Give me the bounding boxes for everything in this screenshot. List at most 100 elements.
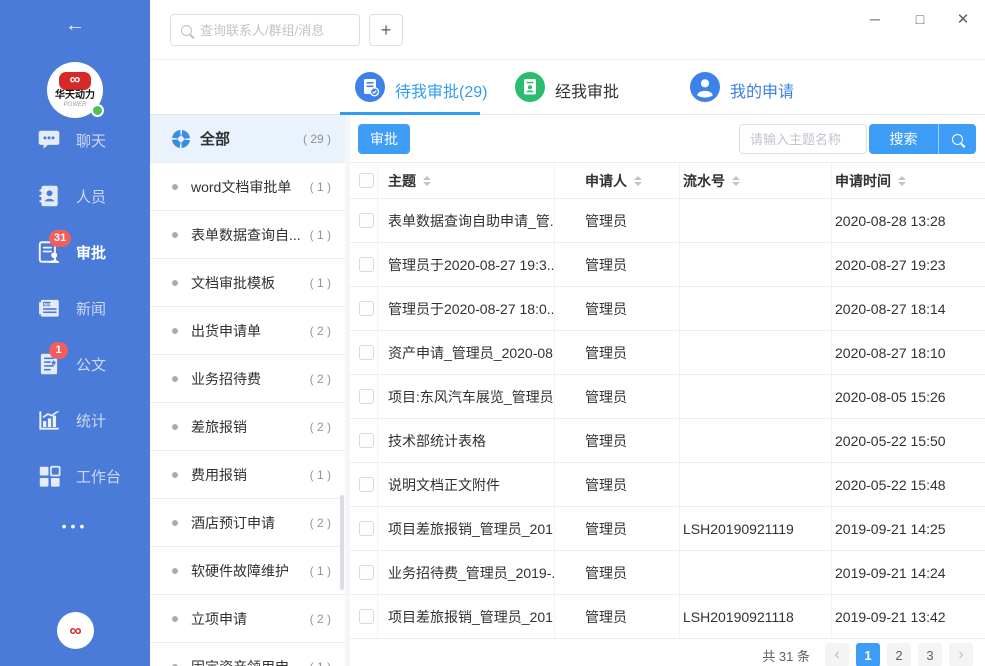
header-applicant[interactable]: 申请人 — [555, 163, 680, 198]
row-apply-time: 2020-08-27 19:23 — [832, 243, 985, 286]
category-count: ( 1 ) — [310, 276, 331, 290]
sidebar-item-chat[interactable]: 聊天 — [0, 112, 150, 168]
category-item[interactable]: 固定资产领用申... ( 1 ) — [150, 643, 345, 666]
category-item[interactable]: 费用报销 ( 1 ) — [150, 451, 345, 499]
category-item[interactable]: 全部 ( 29 ) — [150, 115, 345, 163]
category-label: 固定资产领用申... — [191, 657, 304, 666]
table-row[interactable]: 资产申请_管理员_2020-08... 管理员 2020-08-27 18:10 — [350, 331, 985, 375]
row-checkbox[interactable] — [359, 565, 374, 580]
contact-search-box[interactable] — [170, 14, 360, 46]
category-item[interactable]: 出货申请单 ( 2 ) — [150, 307, 345, 355]
row-subject[interactable]: 资产申请_管理员_2020-08... — [378, 331, 555, 374]
table-row[interactable]: 项目差旅报销_管理员_201... 管理员 LSH20190921118 201… — [350, 595, 985, 639]
back-icon[interactable]: ← — [0, 14, 150, 37]
table-row[interactable]: 管理员于2020-08-27 18:0... 管理员 2020-08-27 18… — [350, 287, 985, 331]
table-row[interactable]: 表单数据查询自助申请_管... 管理员 2020-08-28 13:28 — [350, 199, 985, 243]
sort-icon[interactable] — [423, 176, 431, 186]
category-item[interactable]: 表单数据查询自... ( 1 ) — [150, 211, 345, 259]
header-subject[interactable]: 主题 — [378, 163, 555, 198]
row-checkbox[interactable] — [359, 213, 374, 228]
prev-page-icon[interactable]: ‹ — [825, 643, 849, 666]
sidebar-item-label: 公文 — [76, 354, 106, 375]
table-row[interactable]: 技术部统计表格 管理员 2020-05-22 15:50 — [350, 419, 985, 463]
minimize-button[interactable]: ─ — [855, 0, 895, 38]
page-button-3[interactable]: 3 — [918, 643, 942, 666]
row-applicant: 管理员 — [555, 507, 680, 550]
category-count: ( 1 ) — [310, 228, 331, 242]
sidebar-item-statistics[interactable]: 统计 — [0, 392, 150, 448]
row-subject[interactable]: 说明文档正文附件 — [378, 463, 555, 506]
sort-icon[interactable] — [898, 176, 906, 186]
category-item[interactable]: 立项申请 ( 2 ) — [150, 595, 345, 643]
contact-search-input[interactable] — [200, 23, 340, 38]
search-button[interactable]: 搜索 — [869, 124, 939, 154]
row-subject[interactable]: 表单数据查询自助申请_管... — [378, 199, 555, 242]
row-checkbox[interactable] — [359, 389, 374, 404]
close-button[interactable]: ✕ — [943, 0, 983, 38]
add-button[interactable]: + — [369, 14, 403, 46]
table-row[interactable]: 项目差旅报销_管理员_201... 管理员 LSH20190921119 201… — [350, 507, 985, 551]
select-all-checkbox[interactable] — [359, 173, 374, 188]
header-serial[interactable]: 流水号 — [680, 163, 832, 198]
header-apply-time[interactable]: 申请时间 — [832, 163, 985, 198]
user-avatar[interactable]: ∞ 华天动力 POWER — [47, 62, 103, 118]
official-doc-badge: 1 — [49, 342, 68, 359]
row-subject[interactable]: 技术部统计表格 — [378, 419, 555, 462]
row-checkbox[interactable] — [359, 477, 374, 492]
sidebar-item-label: 工作台 — [76, 466, 121, 487]
row-checkbox[interactable] — [359, 433, 374, 448]
page-button-1[interactable]: 1 — [856, 643, 880, 666]
sidebar: ← ∞ 华天动力 POWER 聊天 人员 — [0, 0, 150, 666]
sidebar-item-people[interactable]: 人员 — [0, 168, 150, 224]
row-checkbox[interactable] — [359, 521, 374, 536]
sidebar-item-official-docs[interactable]: 1 公文 — [0, 336, 150, 392]
maximize-button[interactable]: □ — [900, 0, 940, 38]
all-categories-icon — [172, 130, 190, 148]
category-count: ( 1 ) — [310, 180, 331, 194]
sort-icon[interactable] — [634, 176, 642, 186]
category-count: ( 1 ) — [310, 468, 331, 482]
approve-button[interactable]: 审批 — [358, 124, 410, 154]
app-logo-bottom[interactable]: ∞ — [57, 612, 94, 649]
row-checkbox[interactable] — [359, 345, 374, 360]
search-icon — [181, 25, 192, 36]
category-item[interactable]: 软硬件故障维护 ( 1 ) — [150, 547, 345, 595]
sort-icon[interactable] — [732, 176, 740, 186]
category-item[interactable]: 文档审批模板 ( 1 ) — [150, 259, 345, 307]
subject-search-input[interactable] — [739, 124, 867, 154]
row-checkbox[interactable] — [359, 609, 374, 624]
row-subject[interactable]: 项目:东风汽车展览_管理员... — [378, 375, 555, 418]
row-serial — [680, 287, 832, 330]
category-count: ( 2 ) — [310, 324, 331, 338]
table-row[interactable]: 说明文档正文附件 管理员 2020-05-22 15:48 — [350, 463, 985, 507]
category-count: ( 1 ) — [310, 564, 331, 578]
row-applicant: 管理员 — [555, 243, 680, 286]
category-item[interactable]: word文档审批单 ( 1 ) — [150, 163, 345, 211]
row-checkbox[interactable] — [359, 257, 374, 272]
category-scrollbar[interactable] — [340, 495, 344, 590]
category-item[interactable]: 业务招待费 ( 2 ) — [150, 355, 345, 403]
sidebar-item-workbench[interactable]: 工作台 — [0, 448, 150, 504]
tab-approved-by-me[interactable]: 经我审批 — [515, 72, 619, 107]
sidebar-item-label: 统计 — [76, 410, 106, 431]
tab-my-applications[interactable]: 我的申请 — [690, 72, 794, 107]
table-row[interactable]: 项目:东风汽车展览_管理员... 管理员 2020-08-05 15:26 — [350, 375, 985, 419]
row-subject[interactable]: 项目差旅报销_管理员_201... — [378, 595, 555, 638]
advanced-search-button[interactable] — [939, 124, 976, 154]
sidebar-item-approval[interactable]: 31 审批 — [0, 224, 150, 280]
more-icon[interactable]: ••• — [0, 518, 150, 534]
table-row[interactable]: 管理员于2020-08-27 19:3... 管理员 2020-08-27 19… — [350, 243, 985, 287]
sidebar-item-news[interactable]: NEW 新闻 — [0, 280, 150, 336]
category-item[interactable]: 酒店预订申请 ( 2 ) — [150, 499, 345, 547]
category-count: ( 29 ) — [303, 132, 331, 146]
page-button-2[interactable]: 2 — [887, 643, 911, 666]
table-row[interactable]: 业务招待费_管理员_2019-... 管理员 2019-09-21 14:24 — [350, 551, 985, 595]
next-page-icon[interactable]: › — [949, 643, 973, 666]
category-item[interactable]: 差旅报销 ( 2 ) — [150, 403, 345, 451]
tab-pending-approval[interactable]: 待我审批(29) — [355, 72, 487, 107]
row-subject[interactable]: 项目差旅报销_管理员_201... — [378, 507, 555, 550]
row-subject[interactable]: 管理员于2020-08-27 19:3... — [378, 243, 555, 286]
row-checkbox[interactable] — [359, 301, 374, 316]
row-subject[interactable]: 管理员于2020-08-27 18:0... — [378, 287, 555, 330]
row-subject[interactable]: 业务招待费_管理员_2019-... — [378, 551, 555, 594]
